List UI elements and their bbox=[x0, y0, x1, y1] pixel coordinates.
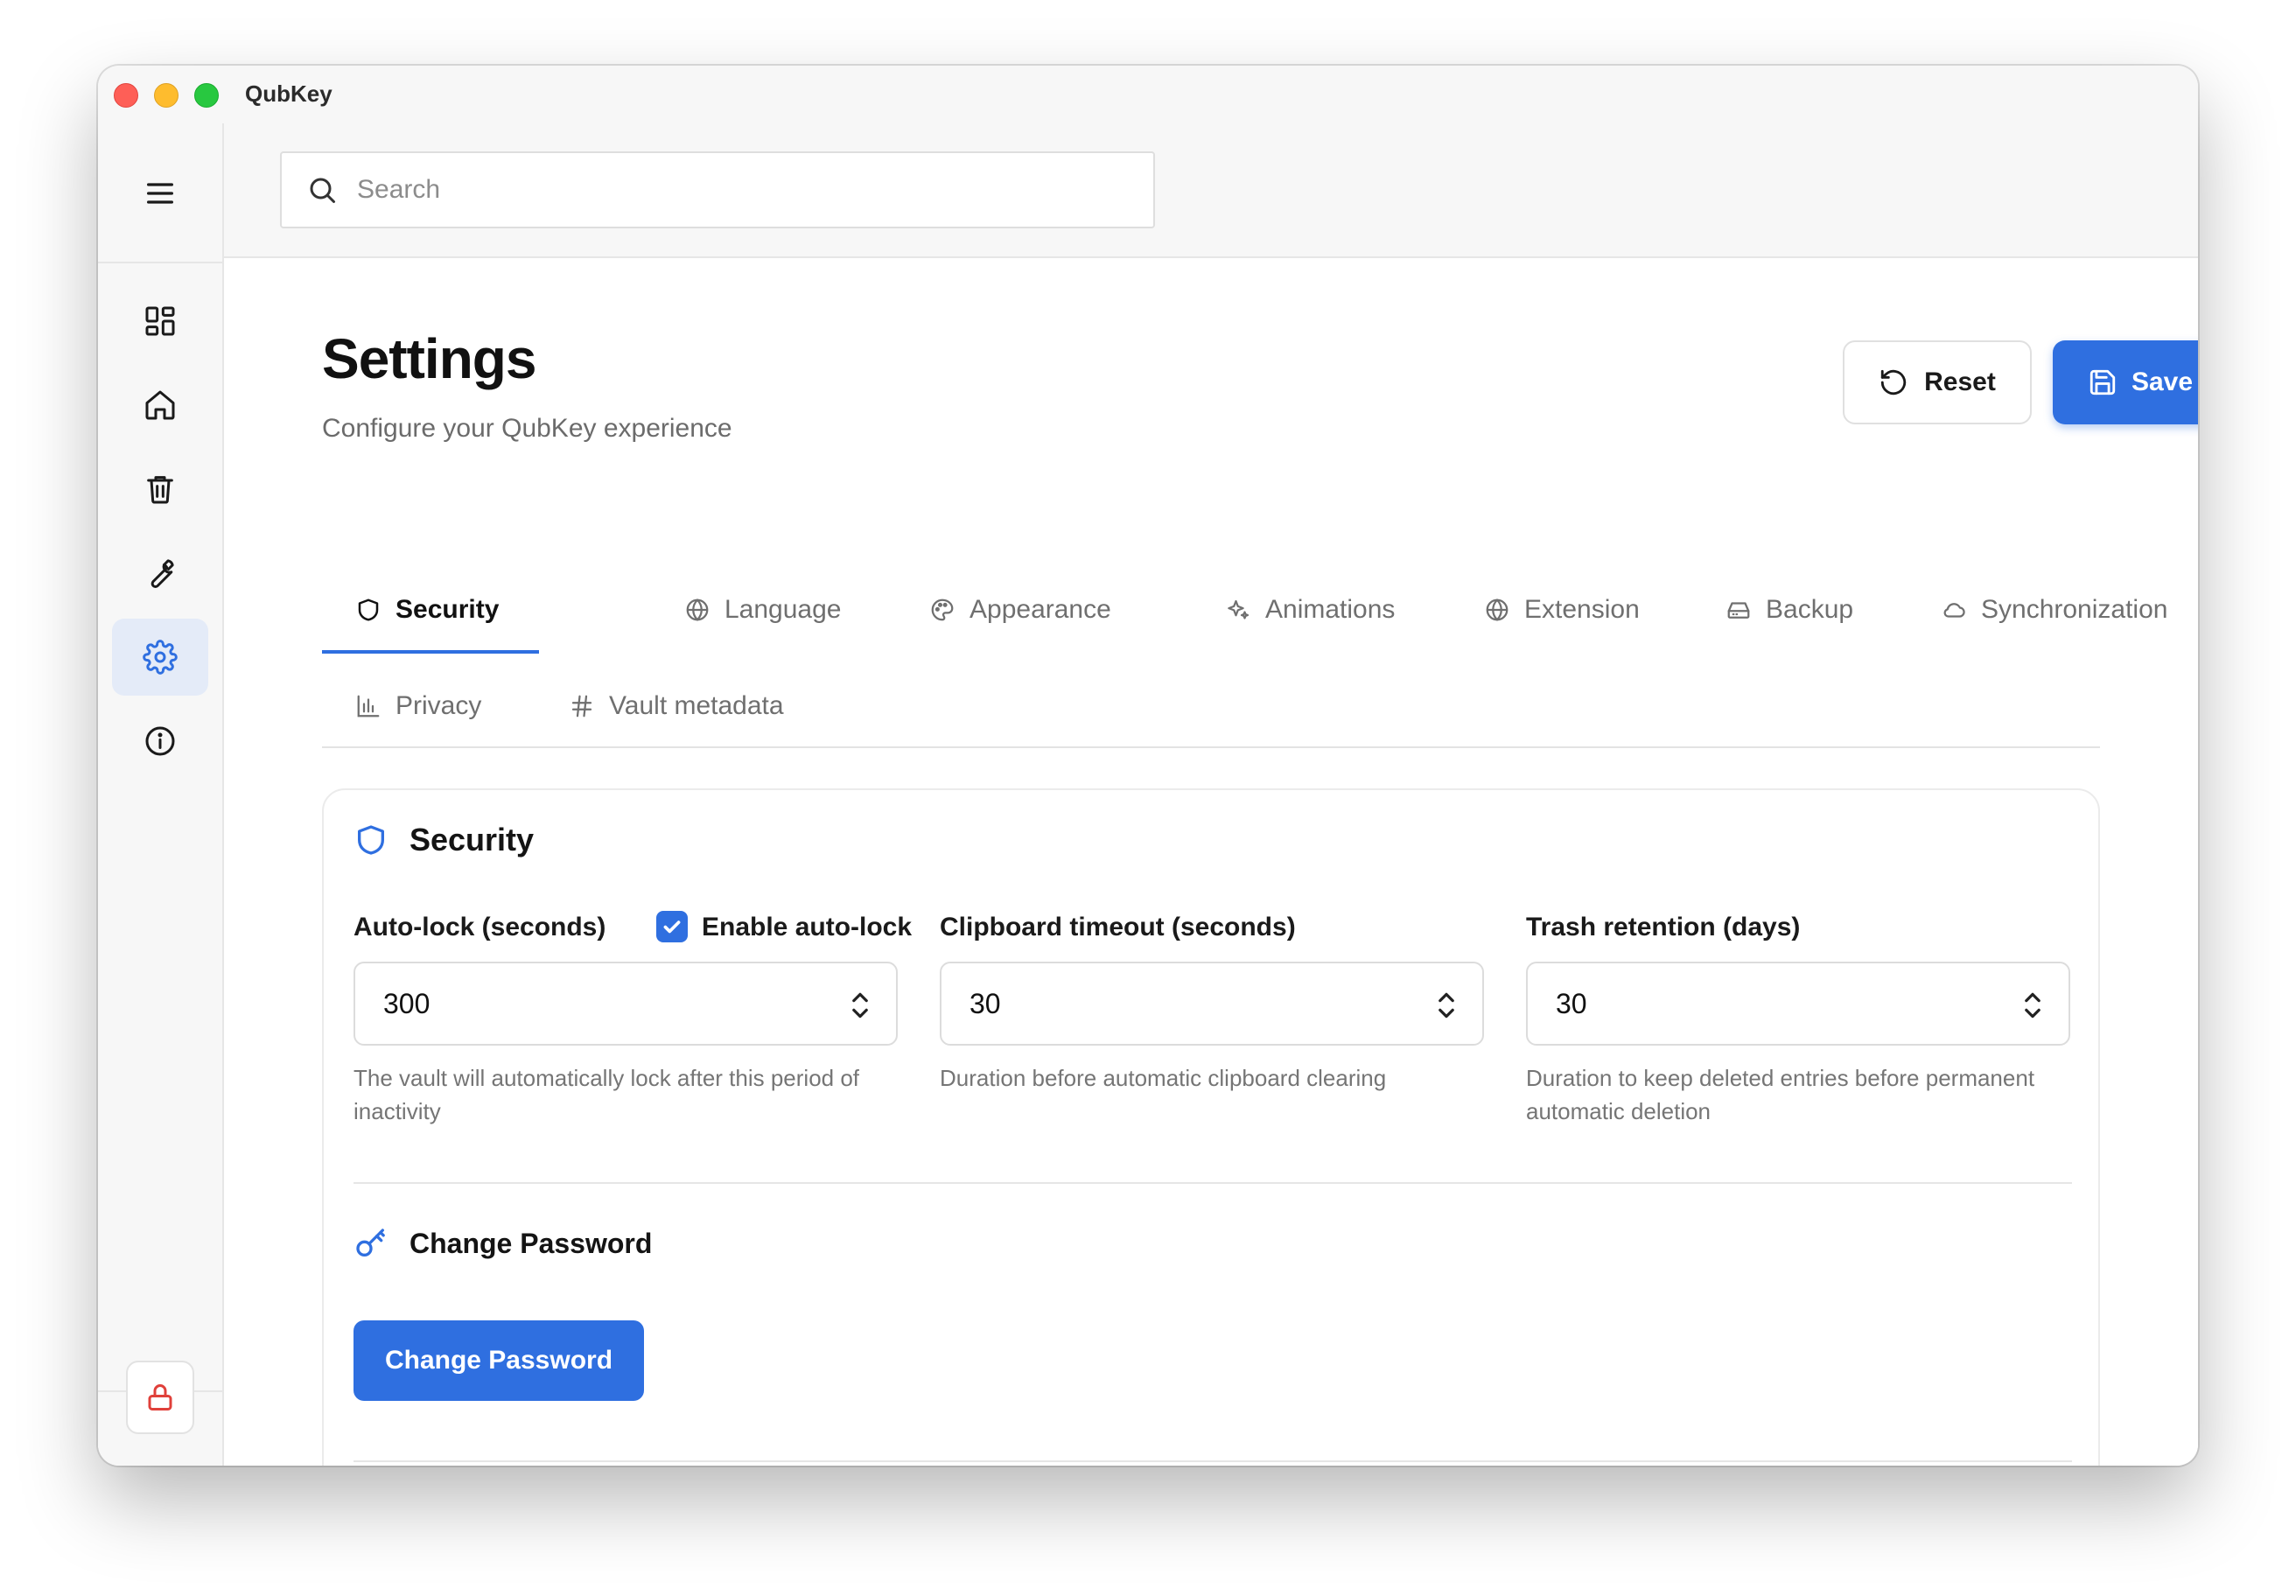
trash-retention-help: Duration to keep deleted entries before … bbox=[1526, 1065, 2035, 1124]
clipboard-input[interactable]: 30 bbox=[940, 962, 1484, 1046]
search-box[interactable] bbox=[280, 151, 1155, 228]
tab-label: Backup bbox=[1766, 595, 1854, 624]
wrench-icon bbox=[150, 559, 174, 589]
tab-security[interactable]: Security bbox=[355, 584, 499, 636]
save-label: Save bbox=[2131, 368, 2194, 396]
hamburger-icon bbox=[147, 183, 173, 204]
sidebar-item-home[interactable] bbox=[112, 367, 208, 444]
tab-label: Appearance bbox=[970, 595, 1111, 624]
shield-icon bbox=[358, 598, 379, 621]
info-icon bbox=[145, 726, 175, 756]
drive-icon bbox=[1727, 602, 1750, 619]
check-icon bbox=[663, 920, 681, 934]
tab-vault-metadata[interactable]: Vault metadata bbox=[569, 680, 784, 732]
globe-icon bbox=[686, 598, 709, 621]
section-divider bbox=[354, 1460, 2072, 1462]
trash-icon bbox=[147, 476, 173, 504]
password-section-header: Change Password bbox=[354, 1226, 652, 1261]
title-bar: QubKey bbox=[98, 66, 2198, 123]
tab-label: Vault metadata bbox=[609, 691, 784, 720]
tab-animations[interactable]: Animations bbox=[1225, 584, 1395, 636]
tab-label: Security bbox=[396, 595, 500, 624]
stepper-icon[interactable] bbox=[2023, 990, 2042, 1021]
page-title: Settings bbox=[322, 327, 536, 390]
top-bar bbox=[224, 123, 2198, 258]
tab-privacy[interactable]: Privacy bbox=[355, 680, 481, 732]
reset-icon bbox=[1880, 369, 1907, 396]
autolock-checkbox[interactable] bbox=[656, 911, 688, 942]
section-divider bbox=[354, 1182, 2072, 1184]
change-password-button[interactable]: Change Password bbox=[354, 1320, 644, 1401]
save-icon bbox=[2090, 369, 2116, 396]
autolock-checkbox-label[interactable]: Enable auto-lock bbox=[702, 913, 912, 942]
search-icon bbox=[310, 178, 335, 203]
tab-backup[interactable]: Backup bbox=[1726, 584, 1853, 636]
trash-retention-input[interactable]: 30 bbox=[1526, 962, 2070, 1046]
close-window-button[interactable] bbox=[114, 83, 138, 108]
security-card: Security Auto-lock (seconds) Enable auto… bbox=[322, 788, 2100, 1466]
sidebar-item-settings[interactable] bbox=[112, 619, 208, 696]
tab-appearance[interactable]: Appearance bbox=[929, 584, 1111, 636]
lock-vault-button[interactable] bbox=[126, 1361, 194, 1434]
autolock-input[interactable]: 300 bbox=[354, 962, 898, 1046]
tab-label: Privacy bbox=[396, 691, 482, 720]
palette-icon bbox=[931, 598, 954, 621]
security-section-title: Security bbox=[410, 822, 535, 858]
hash-icon bbox=[571, 695, 592, 718]
tab-label: Synchronization bbox=[1981, 595, 2168, 624]
autolock-value: 300 bbox=[383, 988, 430, 1019]
tab-language[interactable]: Language bbox=[684, 584, 841, 636]
reset-label: Reset bbox=[1924, 368, 1996, 396]
stepper-icon[interactable] bbox=[1437, 990, 1456, 1021]
minimize-window-button[interactable] bbox=[154, 83, 178, 108]
tab-label: Language bbox=[724, 595, 842, 624]
sidebar-item-dashboard[interactable] bbox=[112, 283, 208, 360]
security-section-header: Security bbox=[354, 822, 534, 858]
active-tab-indicator bbox=[322, 650, 539, 654]
sidebar bbox=[98, 123, 224, 1466]
save-button[interactable]: Save bbox=[2053, 340, 2198, 424]
cloud-icon bbox=[1943, 603, 1965, 618]
tab-label: Animations bbox=[1265, 595, 1396, 624]
sidebar-item-trash[interactable] bbox=[112, 451, 208, 528]
tab-extension[interactable]: Extension bbox=[1484, 584, 1640, 636]
home-icon bbox=[145, 390, 175, 420]
page-subtitle: Configure your QubKey experience bbox=[322, 414, 732, 443]
shield-icon bbox=[358, 825, 384, 855]
reset-button[interactable]: Reset bbox=[1843, 340, 2032, 424]
autolock-label: Auto-lock (seconds) bbox=[354, 913, 606, 942]
password-section-title: Change Password bbox=[410, 1227, 653, 1259]
grid-icon bbox=[145, 306, 175, 336]
trash-retention-value: 30 bbox=[1556, 988, 1587, 1019]
tab-label: Extension bbox=[1524, 595, 1640, 624]
sidebar-item-tools[interactable] bbox=[112, 535, 208, 612]
app-window: QubKey Search Settings Configure your Qu… bbox=[98, 66, 2198, 1466]
key-icon bbox=[356, 1228, 385, 1256]
tab-synchronization[interactable]: Synchronization bbox=[1941, 584, 2167, 636]
sidebar-item-about[interactable] bbox=[112, 703, 208, 780]
tabs-divider bbox=[322, 746, 2100, 748]
lock-icon bbox=[148, 1384, 172, 1410]
autolock-help: The vault will automatically lock after … bbox=[354, 1065, 860, 1124]
maximize-window-button[interactable] bbox=[194, 83, 219, 108]
settings-content: Settings Configure your QubKey experienc… bbox=[224, 258, 2198, 1466]
trash-retention-label: Trash retention (days) bbox=[1526, 913, 1801, 942]
app-title: QubKey bbox=[245, 80, 332, 107]
clipboard-help: Duration before automatic clipboard clea… bbox=[940, 1065, 1387, 1091]
menu-toggle-button[interactable] bbox=[112, 155, 208, 232]
sidebar-header bbox=[98, 123, 222, 263]
clipboard-value: 30 bbox=[970, 988, 1001, 1019]
globe-icon bbox=[1486, 598, 1508, 621]
bar-chart-icon bbox=[357, 695, 380, 718]
stepper-icon[interactable] bbox=[850, 990, 870, 1021]
search-input[interactable] bbox=[357, 175, 1127, 205]
gear-icon bbox=[143, 640, 178, 675]
sparkles-icon bbox=[1228, 599, 1250, 620]
clipboard-label: Clipboard timeout (seconds) bbox=[940, 913, 1296, 942]
